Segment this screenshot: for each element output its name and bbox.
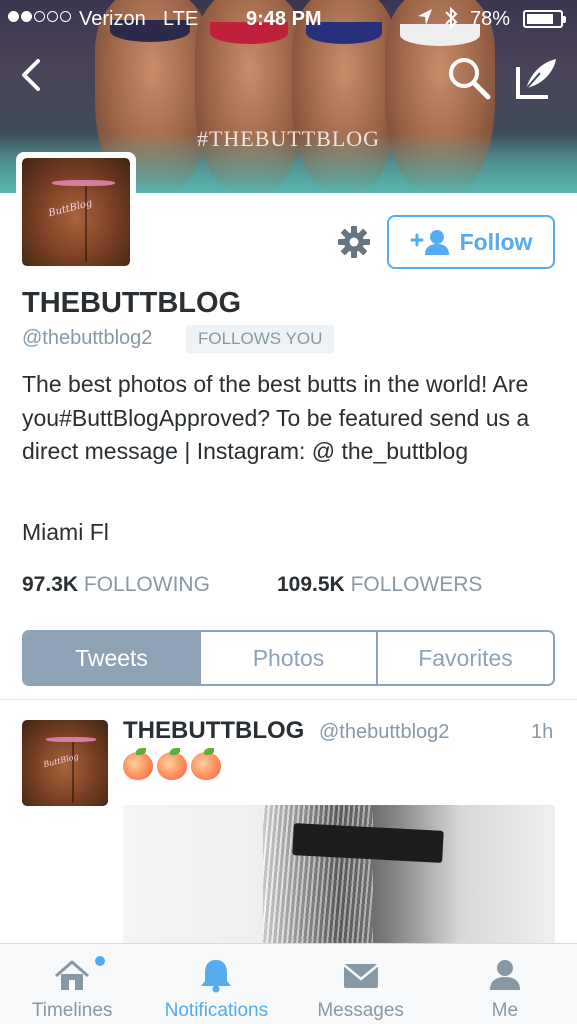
compose-tweet-icon[interactable] bbox=[514, 55, 560, 101]
follow-button[interactable]: Follow bbox=[387, 215, 555, 269]
person-icon bbox=[489, 960, 520, 990]
status-time: 9:48 PM bbox=[246, 8, 322, 30]
profile-tabs: Tweets Photos Favorites bbox=[22, 630, 555, 686]
tab-favorites[interactable]: Favorites bbox=[376, 632, 553, 684]
tweet-text bbox=[123, 748, 221, 780]
home-icon bbox=[55, 960, 90, 990]
following-stat[interactable]: 97.3K FOLLOWING bbox=[22, 573, 210, 597]
network-type: LTE bbox=[163, 8, 199, 30]
followers-label: FOLLOWERS bbox=[350, 573, 483, 596]
profile-bio: The best photos of the best butts in the… bbox=[22, 371, 530, 464]
bluetooth-icon bbox=[445, 6, 458, 30]
tweet-avatar[interactable]: ButtBlog bbox=[22, 720, 108, 806]
avatar-image: ButtBlog bbox=[22, 158, 130, 266]
tab-me[interactable]: Me bbox=[433, 944, 577, 1024]
peach-emoji-icon bbox=[191, 748, 221, 780]
followers-stat[interactable]: 109.5K FOLLOWERS bbox=[277, 573, 482, 597]
tab-timelines[interactable]: Timelines bbox=[0, 944, 144, 1024]
profile-display-name: THEBUTTBLOG bbox=[22, 287, 242, 319]
tab-label: Notifications bbox=[164, 1000, 269, 1021]
tweet-author-name[interactable]: THEBUTTBLOG bbox=[123, 717, 304, 745]
tab-notifications[interactable]: Notifications bbox=[144, 944, 288, 1024]
following-count: 97.3K bbox=[22, 573, 79, 596]
unread-dot bbox=[95, 956, 105, 966]
signal-strength-icon bbox=[8, 11, 71, 22]
profile-location: Miami Fl bbox=[22, 519, 109, 545]
tab-messages[interactable]: Messages bbox=[289, 944, 433, 1024]
following-label: FOLLOWING bbox=[83, 573, 210, 596]
tweet-photo[interactable] bbox=[123, 805, 555, 950]
gear-icon[interactable] bbox=[336, 224, 372, 260]
tab-tweets[interactable]: Tweets bbox=[24, 632, 199, 684]
carrier-name: Verizon bbox=[79, 8, 146, 30]
bottom-tab-bar: Timelines Notifications Messages Me bbox=[0, 943, 577, 1024]
follow-button-label: Follow bbox=[459, 228, 533, 255]
tab-label: Timelines bbox=[31, 1000, 113, 1021]
tab-label: Me bbox=[491, 1000, 519, 1021]
profile-avatar[interactable]: ButtBlog bbox=[16, 152, 136, 272]
tab-photos[interactable]: Photos bbox=[199, 632, 376, 684]
tweet-timestamp: 1h bbox=[531, 721, 554, 743]
bell-icon bbox=[201, 960, 232, 993]
tab-label: Messages bbox=[317, 1000, 404, 1021]
location-arrow-icon bbox=[418, 9, 432, 25]
peach-emoji-icon bbox=[157, 748, 187, 780]
status-bar: Verizon LTE 9:48 PM 78% bbox=[0, 0, 577, 38]
section-divider bbox=[0, 699, 577, 700]
follows-you-badge: FOLLOWS YOU bbox=[186, 325, 335, 353]
add-user-icon bbox=[410, 230, 449, 255]
banner-hashtag: #THEBUTTBLOG bbox=[196, 126, 381, 151]
tweet-avatar-image: ButtBlog bbox=[22, 720, 108, 806]
battery-percent: 78% bbox=[470, 8, 511, 30]
profile-handle: @thebuttblog2 bbox=[22, 327, 153, 349]
tweet-author-handle: @thebuttblog2 bbox=[319, 721, 450, 743]
envelope-icon bbox=[342, 964, 379, 988]
battery-icon bbox=[523, 10, 566, 28]
back-arrow-icon[interactable] bbox=[12, 55, 52, 95]
search-icon[interactable] bbox=[446, 55, 492, 101]
followers-count: 109.5K bbox=[277, 573, 345, 596]
peach-emoji-icon bbox=[123, 748, 153, 780]
